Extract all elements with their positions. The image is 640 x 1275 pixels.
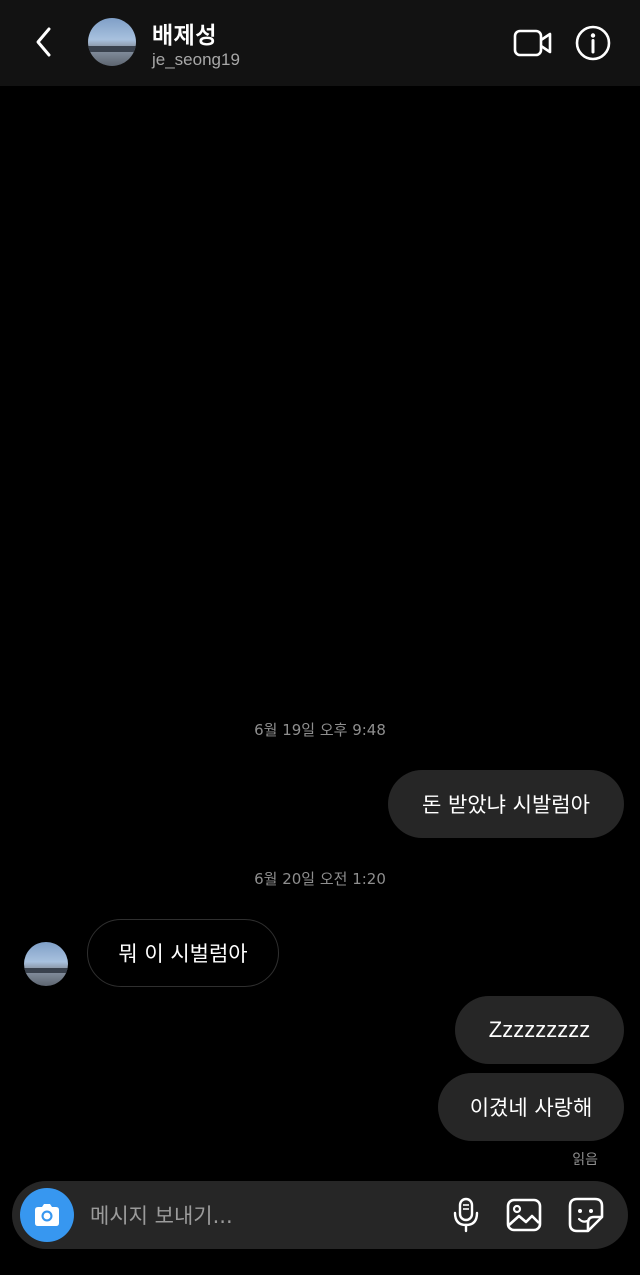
gallery-icon [506,1198,542,1232]
sent-message-bubble[interactable]: Zzzzzzzzz [455,996,624,1064]
chevron-left-icon [36,27,51,57]
message-timestamp: 6월 19일 오후 9:48 [254,721,386,739]
sticker-icon [568,1197,604,1233]
camera-icon [35,1204,59,1226]
sticker-button[interactable] [566,1195,606,1235]
video-call-icon [513,29,552,57]
back-button[interactable] [26,22,62,62]
message-composer [12,1181,628,1249]
contact-username[interactable]: je_seong19 [152,50,240,70]
contact-name[interactable]: 배제성 [152,16,217,50]
dm-screen: 배제성 je_seong19 6월 19일 오후 9:48 돈 받았냐 시발럼아… [0,0,640,1275]
video-call-button[interactable] [512,24,554,62]
sent-message-bubble[interactable]: 돈 받았냐 시발럼아 [388,770,624,838]
read-receipt: 읽음 [572,1152,598,1168]
sent-message-bubble[interactable]: 이겼네 사랑해 [438,1073,624,1141]
received-message-bubble[interactable]: 뭐 이 시벌럼아 [87,919,279,987]
camera-button[interactable] [20,1188,74,1242]
info-button[interactable] [574,24,612,62]
microphone-icon [453,1197,479,1233]
info-icon [575,25,611,61]
voice-message-button[interactable] [446,1195,486,1235]
contact-avatar[interactable] [88,18,136,66]
message-input[interactable] [88,1195,442,1237]
chat-header: 배제성 je_seong19 [0,0,640,86]
sender-avatar[interactable] [24,942,68,986]
gallery-button[interactable] [504,1195,544,1235]
message-timestamp: 6월 20일 오전 1:20 [254,870,386,888]
